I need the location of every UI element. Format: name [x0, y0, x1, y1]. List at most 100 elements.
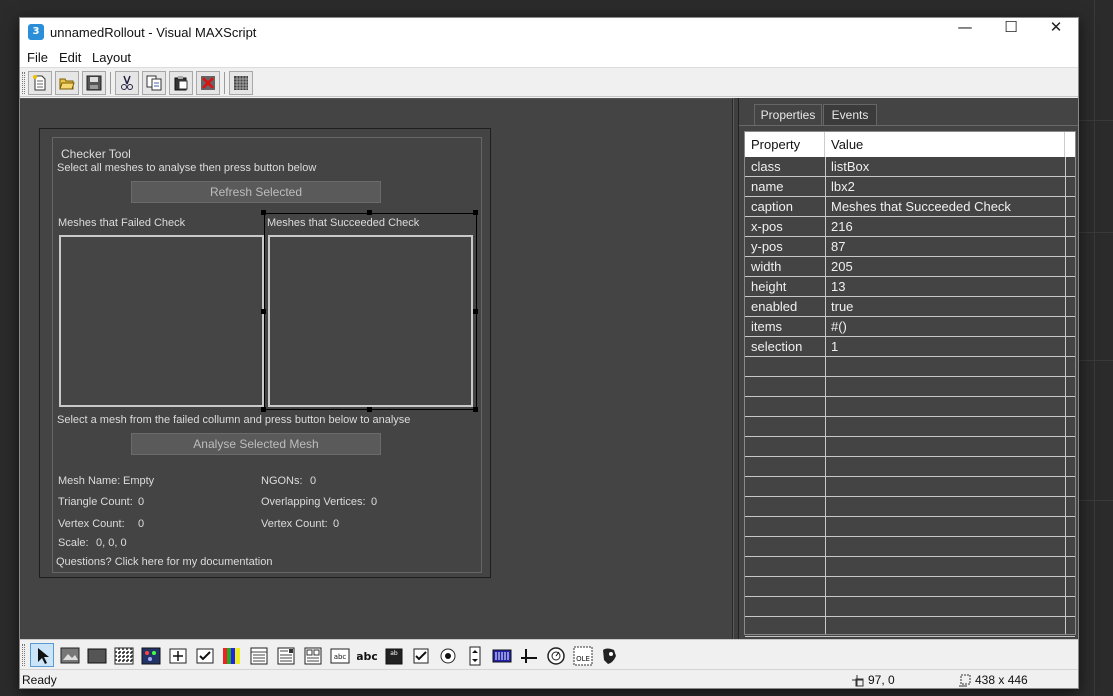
resize-handle[interactable] [367, 210, 372, 215]
position-icon [852, 675, 864, 687]
menu-file[interactable]: File [27, 50, 48, 65]
label-icon[interactable]: abc [354, 643, 378, 667]
analyse-selected-mesh-button[interactable]: Analyse Selected Mesh [131, 433, 381, 455]
label-icon: abc [357, 650, 377, 663]
menu-layout[interactable]: Layout [92, 50, 131, 65]
minimize-button[interactable]: — [942, 18, 988, 48]
value-column-header: Value [825, 132, 1065, 157]
property-value[interactable]: listBox [825, 157, 1065, 177]
empty-property-row[interactable] [745, 377, 1075, 397]
groupbox-icon[interactable]: ab [381, 643, 405, 667]
resize-handle[interactable] [261, 309, 266, 314]
property-row[interactable]: height 13 [745, 277, 1075, 297]
property-row[interactable]: width 205 [745, 257, 1075, 277]
design-canvas[interactable]: Checker Tool Select all meshes to analys… [20, 98, 733, 639]
radiobuttons-icon[interactable] [435, 643, 459, 667]
tab-properties[interactable]: Properties [754, 104, 822, 125]
rollout-form[interactable]: Checker Tool Select all meshes to analys… [39, 128, 491, 578]
grid-header: Property Value [745, 132, 1075, 157]
timer-icon[interactable] [543, 643, 567, 667]
property-value[interactable]: 216 [825, 217, 1065, 237]
edittext-icon[interactable]: abc [327, 643, 351, 667]
empty-property-row[interactable] [745, 457, 1075, 477]
empty-property-row[interactable] [745, 357, 1075, 377]
empty-property-row[interactable] [745, 417, 1075, 437]
button-control-icon[interactable] [84, 643, 108, 667]
listbox-icon[interactable] [300, 643, 324, 667]
empty-property-row[interactable] [745, 617, 1075, 637]
slider-icon[interactable] [516, 643, 540, 667]
new-file-icon[interactable] [28, 71, 52, 95]
checkbutton-icon[interactable] [192, 643, 216, 667]
work-area: Checker Tool Select all meshes to analys… [20, 98, 1078, 639]
cut-icon[interactable] [115, 71, 139, 95]
spinner-icon[interactable] [462, 643, 486, 667]
pick-button-icon [169, 648, 187, 664]
property-row[interactable]: caption Meshes that Succeeded Check [745, 197, 1075, 217]
documentation-link[interactable]: Questions? Click here for my documentati… [56, 556, 272, 568]
property-value[interactable]: lbx2 [825, 177, 1065, 197]
property-grid[interactable]: Property Value class listBox name lbx2 capti… [744, 131, 1076, 637]
close-button[interactable]: ✕ [1033, 18, 1078, 48]
copy-icon[interactable] [142, 71, 166, 95]
window-title: unnamedRollout - Visual MAXScript [50, 25, 257, 40]
empty-property-row[interactable] [745, 477, 1075, 497]
custom-control-icon[interactable] [597, 643, 621, 667]
property-value[interactable]: 1 [825, 337, 1065, 357]
open-folder-icon[interactable] [55, 71, 79, 95]
property-row[interactable]: selection 1 [745, 337, 1075, 357]
pick-button-icon[interactable] [165, 643, 189, 667]
property-value[interactable]: Meshes that Succeeded Check [825, 197, 1065, 217]
resize-handle[interactable] [261, 210, 266, 215]
property-value[interactable]: 87 [825, 237, 1065, 257]
empty-property-row[interactable] [745, 497, 1075, 517]
property-row[interactable]: name lbx2 [745, 177, 1075, 197]
property-value[interactable]: 13 [825, 277, 1065, 297]
empty-property-row[interactable] [745, 597, 1075, 617]
resize-handle[interactable] [367, 407, 372, 412]
dropdownlist-icon[interactable] [273, 643, 297, 667]
property-row[interactable]: class listBox [745, 157, 1075, 177]
combobox-icon[interactable] [246, 643, 270, 667]
property-row[interactable]: x-pos 216 [745, 217, 1075, 237]
property-name: class [751, 159, 781, 174]
resize-handle[interactable] [473, 407, 478, 412]
resize-handle[interactable] [261, 407, 266, 412]
empty-property-row[interactable] [745, 577, 1075, 597]
empty-property-row[interactable] [745, 517, 1075, 537]
material-button-icon[interactable] [138, 643, 162, 667]
property-value[interactable]: #() [825, 317, 1065, 337]
bitmap-control-icon[interactable] [57, 643, 81, 667]
progressbar-icon[interactable] [489, 643, 513, 667]
maximize-button[interactable]: ☐ [988, 18, 1034, 48]
empty-property-row[interactable] [745, 557, 1075, 577]
grid-icon[interactable] [229, 71, 253, 95]
property-row[interactable]: y-pos 87 [745, 237, 1075, 257]
checkbox-icon[interactable] [408, 643, 432, 667]
property-value[interactable]: 205 [825, 257, 1065, 277]
property-row[interactable]: enabled true [745, 297, 1075, 317]
activex-icon[interactable]: OLE [570, 643, 594, 667]
save-icon[interactable] [82, 71, 106, 95]
property-name: height [751, 279, 787, 294]
property-value[interactable]: true [825, 297, 1065, 317]
paste-icon[interactable] [169, 71, 193, 95]
resize-handle[interactable] [473, 210, 478, 215]
map-button-icon[interactable] [111, 643, 135, 667]
colorpicker-icon[interactable] [219, 643, 243, 667]
controls-toolbar-grip[interactable] [22, 644, 25, 666]
resize-handle[interactable] [473, 309, 478, 314]
overlapping-vertices-value: 0 [371, 496, 378, 508]
empty-property-row[interactable] [745, 437, 1075, 457]
delete-icon[interactable] [196, 71, 220, 95]
pointer-tool-icon[interactable] [30, 643, 54, 667]
empty-property-row[interactable] [745, 397, 1075, 417]
failed-meshes-listbox[interactable] [59, 235, 264, 407]
tab-events[interactable]: Events [823, 104, 877, 125]
property-row[interactable]: items #() [745, 317, 1075, 337]
menu-bar: File Edit Layout [20, 48, 1078, 68]
empty-property-row[interactable] [745, 537, 1075, 557]
menu-edit[interactable]: Edit [59, 50, 81, 65]
toolbar-grip[interactable] [22, 72, 25, 94]
refresh-selected-button[interactable]: Refresh Selected [131, 181, 381, 203]
